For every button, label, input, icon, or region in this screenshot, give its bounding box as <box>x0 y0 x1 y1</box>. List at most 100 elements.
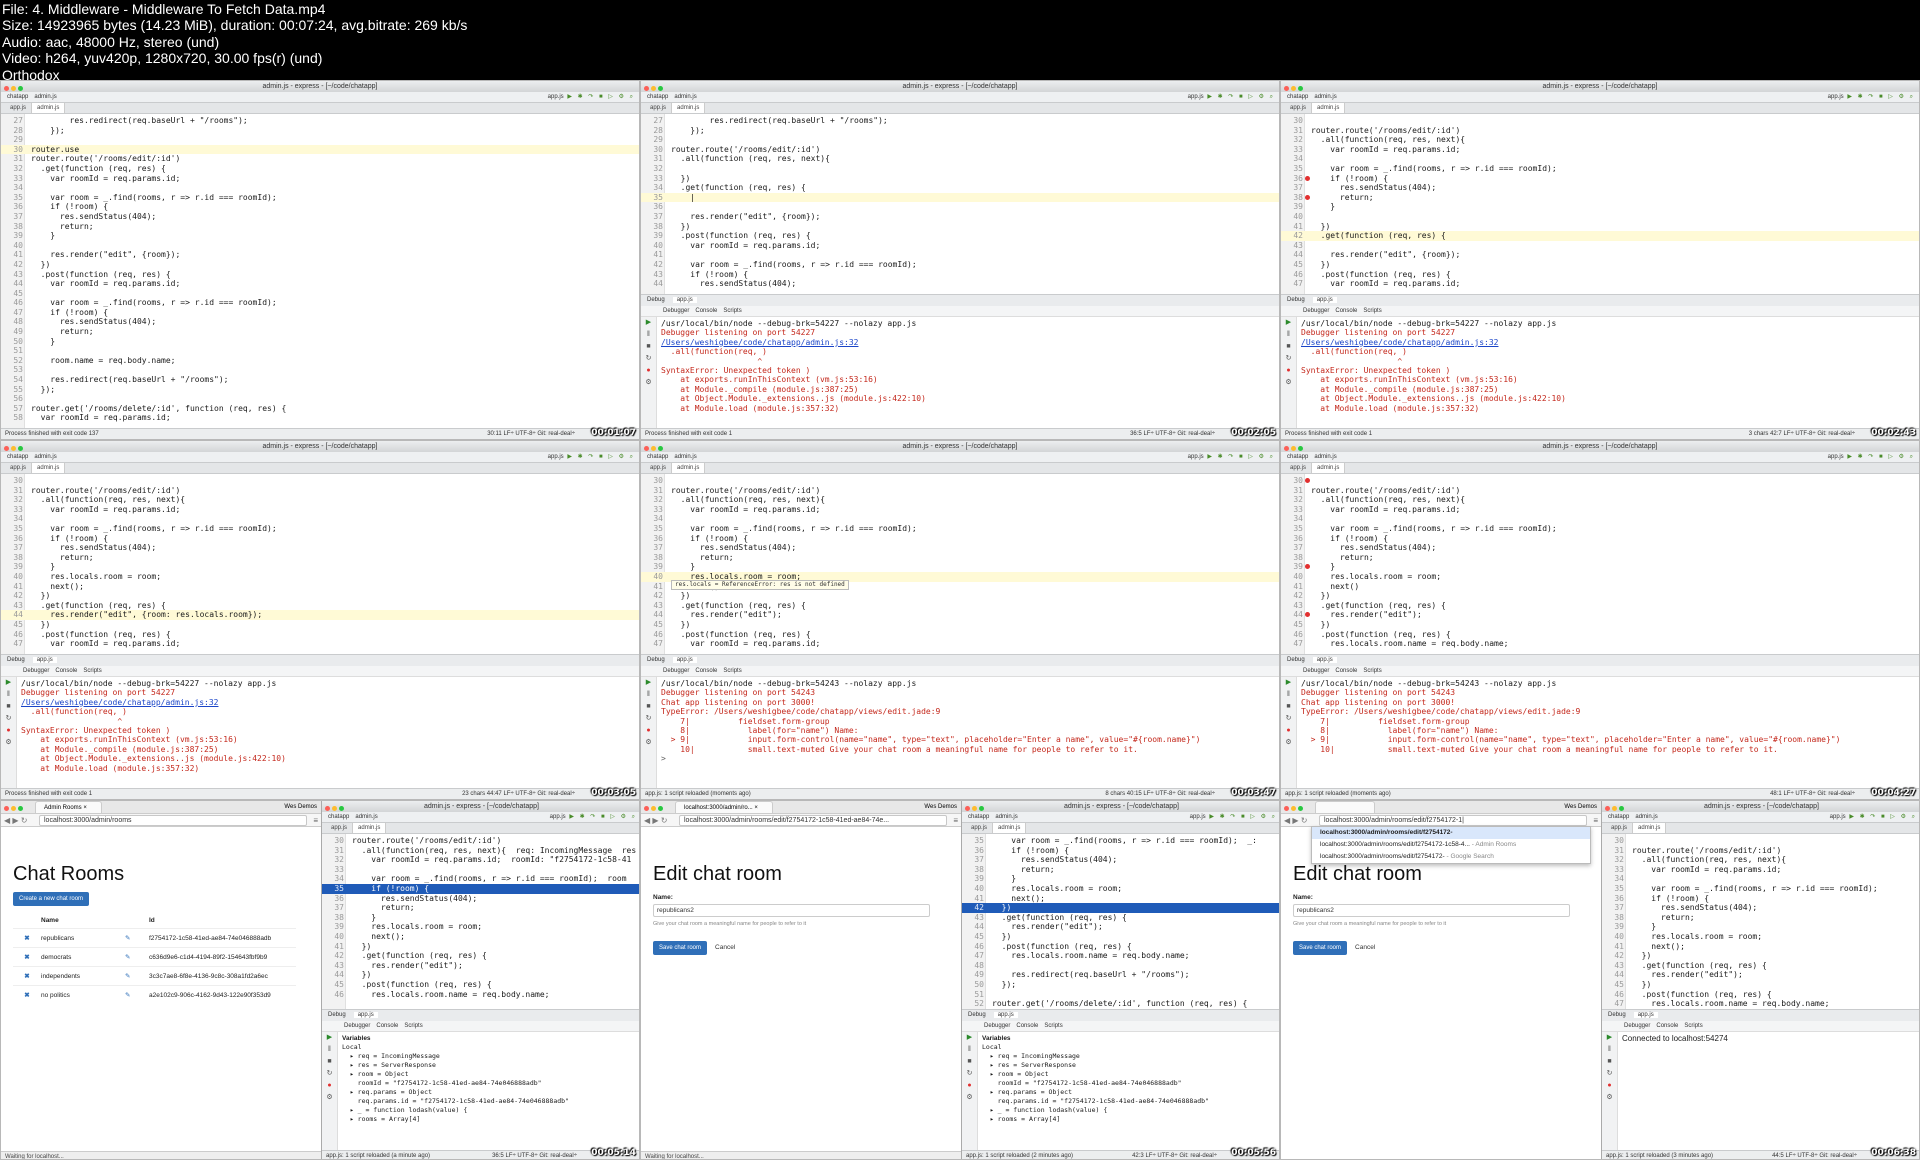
stop-icon[interactable]: ■ <box>641 701 656 713</box>
code-line[interactable]: 39 } <box>1 231 639 241</box>
step-over-icon[interactable]: ↷ <box>1227 814 1238 820</box>
traffic-lights-icon[interactable] <box>965 804 986 815</box>
console-tab[interactable]: Console <box>1335 668 1357 674</box>
resume-icon[interactable]: ▶ <box>641 677 656 689</box>
settings-icon[interactable]: ⚙ <box>1281 737 1296 749</box>
code-line[interactable]: 33 var roomId = req.params.id; <box>1 174 639 184</box>
code-line[interactable]: 35 var room = _.find(rooms, r => r.id ==… <box>1281 164 1919 174</box>
debug-session-tab[interactable]: app.js <box>353 1012 378 1018</box>
restart-icon[interactable]: ↻ <box>1281 713 1296 725</box>
breakpoint-icon[interactable]: ● <box>1 725 16 737</box>
stop-icon[interactable]: ■ <box>641 341 656 353</box>
run-config-select[interactable]: app.js <box>548 454 564 460</box>
run-icon[interactable]: ▶ <box>564 94 574 100</box>
code-line[interactable]: 40 var roomId = req.params.id; <box>641 241 1279 251</box>
settings-icon[interactable]: ⚙ <box>1255 454 1266 460</box>
code-line[interactable]: 33 var roomId = req.params.id; <box>641 505 1279 515</box>
run-config-select[interactable]: app.js <box>1830 814 1846 820</box>
code-line[interactable]: 41 }) <box>322 942 639 952</box>
breadcrumb-file[interactable]: admin.js <box>34 92 56 102</box>
stop-icon[interactable]: ■ <box>1877 814 1886 820</box>
code-line[interactable]: 49 return; <box>1 327 639 337</box>
traffic-lights-icon[interactable] <box>4 804 25 813</box>
debugger-tab[interactable]: Debugger <box>984 1023 1010 1029</box>
code-line[interactable]: 43 .get(function (req, res) { <box>641 601 1279 611</box>
console-tab[interactable]: Console <box>1335 308 1357 314</box>
breakpoint-icon[interactable] <box>1305 564 1310 570</box>
code-line[interactable]: 43 if (!room) { <box>641 270 1279 280</box>
stop-icon[interactable]: ■ <box>1875 94 1884 100</box>
code-line[interactable]: 43 .get(function (req, res) { <box>962 913 1279 923</box>
stop-icon[interactable]: ■ <box>1 701 16 713</box>
debug-session-tab[interactable]: app.js <box>1633 1012 1658 1018</box>
console-tab[interactable]: Console <box>1016 1023 1038 1029</box>
resume-icon[interactable]: ▷ <box>1885 94 1895 100</box>
debug-session-tab[interactable]: app.js <box>1312 297 1337 303</box>
stop-icon[interactable]: ■ <box>1281 341 1296 353</box>
code-line[interactable]: 43 res.render("edit"); <box>322 961 639 971</box>
resume-icon[interactable]: ▶ <box>322 1032 337 1044</box>
settings-icon[interactable]: ⚙ <box>1895 454 1906 460</box>
editor-tab-app-js[interactable]: app.js <box>326 823 352 833</box>
edit-icon[interactable]: ✎ <box>125 948 149 966</box>
variable-row[interactable]: ▸ room = Object <box>342 1070 639 1079</box>
pause-icon[interactable]: ‖ <box>1281 689 1296 701</box>
restart-icon[interactable]: ↻ <box>641 713 656 725</box>
code-editor[interactable]: 30 router.route('/rooms/edit/:id') 31 .all… <box>322 834 639 1009</box>
menu-icon[interactable]: ≡ <box>313 814 318 827</box>
code-line[interactable]: 39 } <box>962 874 1279 884</box>
run-config-select[interactable]: app.js <box>1188 454 1204 460</box>
resume-icon[interactable]: ▶ <box>1 677 16 689</box>
code-line[interactable]: 32 .all(function(req, res, next){ <box>1602 855 1919 865</box>
code-line[interactable]: 27 res.redirect(req.baseUrl + "/rooms"); <box>641 116 1279 126</box>
cancel-link[interactable]: Cancel <box>715 944 735 951</box>
code-line[interactable]: 47 var roomId = req.params.id; <box>641 639 1279 649</box>
stop-icon[interactable]: ■ <box>1237 814 1246 820</box>
code-line[interactable]: 30 router.route('/rooms/edit/:id') <box>322 836 639 846</box>
code-line[interactable]: 45 }) <box>1281 620 1919 630</box>
code-line[interactable]: 41 }) <box>1281 222 1919 232</box>
code-line[interactable]: 52 room.name = req.body.name; <box>1 356 639 366</box>
pause-icon[interactable]: ‖ <box>1281 329 1296 341</box>
pause-icon[interactable]: ‖ <box>962 1044 977 1056</box>
run-icon[interactable]: ▶ <box>1204 94 1214 100</box>
code-editor[interactable]: 30 31 router.route('/rooms/edit/:id') 32 .a… <box>1281 474 1919 654</box>
code-line[interactable]: 34 <box>1602 874 1919 884</box>
scripts-tab[interactable]: Scripts <box>723 308 741 314</box>
delete-icon[interactable]: ✖ <box>13 929 41 947</box>
code-line[interactable]: 30 router.use <box>1 144 639 155</box>
run-icon[interactable]: ▶ <box>1844 94 1854 100</box>
code-line[interactable]: 30 <box>1281 476 1919 486</box>
step-over-icon[interactable]: ↷ <box>1865 94 1876 100</box>
editor-tab-admin-js[interactable]: admin.js <box>1311 103 1346 113</box>
variable-row[interactable]: ▸ req = IncomingMessage <box>342 1052 639 1061</box>
run-icon[interactable]: ▶ <box>1204 454 1214 460</box>
pause-icon[interactable]: ‖ <box>1 689 16 701</box>
save-chat-room-button[interactable]: Save chat room <box>653 941 708 955</box>
code-line[interactable]: 55 }); <box>1 385 639 395</box>
code-line[interactable]: 38 return; <box>1 553 639 563</box>
code-line[interactable]: 40 <box>1281 212 1919 222</box>
code-line[interactable]: 43 .post(function (req, res) { <box>1 270 639 280</box>
settings-icon[interactable]: ⚙ <box>641 737 656 749</box>
code-line[interactable]: 34 <box>1281 154 1919 164</box>
debug-session-tab[interactable]: app.js <box>993 1012 1018 1018</box>
debug-session-tab[interactable]: app.js <box>32 657 57 663</box>
code-line[interactable]: 44 res.render("edit"); <box>641 610 1279 620</box>
search-icon[interactable]: ⌕ <box>1266 94 1275 100</box>
code-line[interactable]: 33 }) <box>641 174 1279 184</box>
run-config-select[interactable]: app.js <box>1828 454 1844 460</box>
stop-icon[interactable]: ■ <box>595 94 604 100</box>
breadcrumb-file[interactable]: admin.js <box>34 452 56 462</box>
run-icon[interactable]: ▶ <box>564 454 574 460</box>
code-line[interactable]: 36 if (!room) { <box>1 202 639 212</box>
code-line[interactable]: 35 | <box>641 192 1279 203</box>
resume-icon[interactable]: ▷ <box>1887 814 1897 820</box>
traffic-lights-icon[interactable] <box>644 84 665 95</box>
code-line[interactable]: 40 res.locals.room = room; <box>1 572 639 582</box>
stop-icon[interactable]: ■ <box>1875 454 1884 460</box>
run-icon[interactable]: ▶ <box>566 814 576 820</box>
code-line[interactable]: 56 <box>1 394 639 404</box>
code-line[interactable]: 31 router.route('/rooms/edit/:id') <box>1602 846 1919 856</box>
variable-row[interactable]: ▸ rooms = Array[4] <box>982 1115 1279 1124</box>
